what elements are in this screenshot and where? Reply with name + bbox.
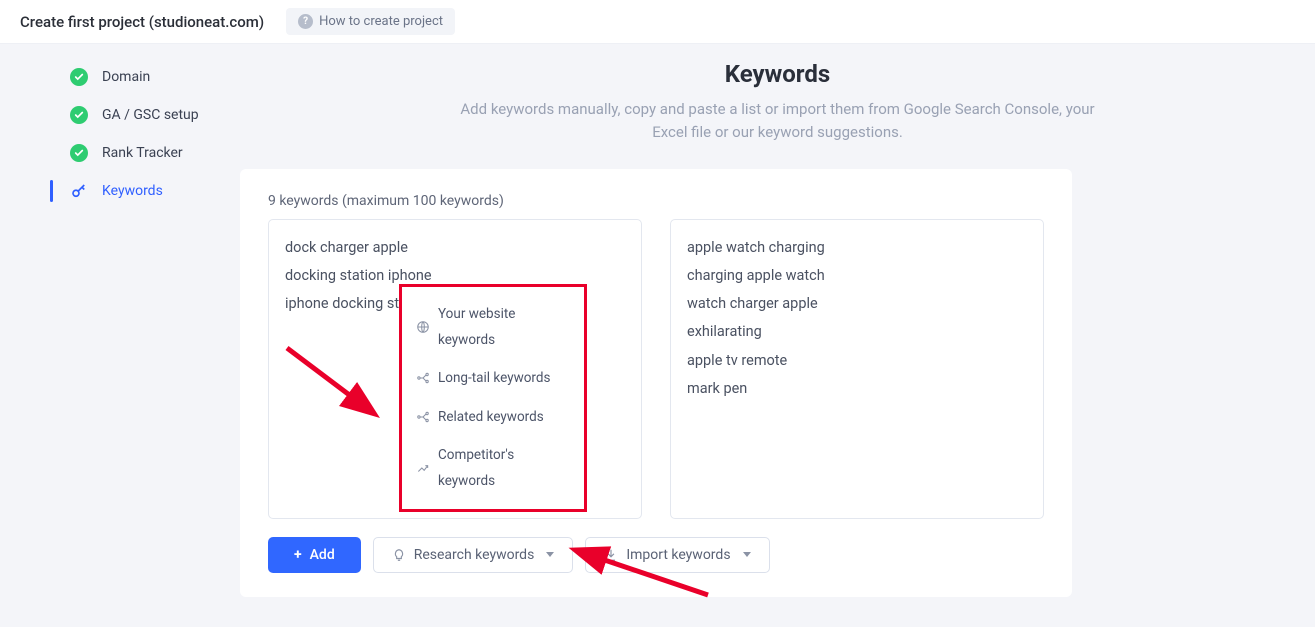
keyword-item: charging apple watch bbox=[687, 262, 1027, 290]
research-label: Research keywords bbox=[414, 547, 535, 563]
howto-label: How to create project bbox=[319, 14, 443, 29]
key-icon bbox=[70, 182, 88, 200]
step-label: Keywords bbox=[102, 183, 163, 199]
research-dropdown: Your website keywords Long-tail keywords… bbox=[399, 284, 587, 512]
annotation-arrow-icon bbox=[277, 340, 397, 430]
keyword-item: apple tv remote bbox=[687, 347, 1027, 375]
competitor-icon bbox=[416, 461, 430, 475]
step-domain[interactable]: Domain bbox=[0, 58, 240, 96]
add-button[interactable]: + Add bbox=[268, 537, 361, 573]
dd-label: Competitor's keywords bbox=[438, 442, 570, 495]
import-label: Import keywords bbox=[626, 547, 730, 563]
keyword-counter: 9 keywords (maximum 100 keywords) bbox=[268, 193, 1044, 209]
step-keywords[interactable]: Keywords bbox=[0, 172, 240, 210]
section-heading: Keywords bbox=[240, 60, 1315, 88]
step-rank-tracker[interactable]: Rank Tracker bbox=[0, 134, 240, 172]
step-label: GA / GSC setup bbox=[102, 107, 199, 123]
keyword-item: exhilarating bbox=[687, 318, 1027, 346]
dd-label: Long-tail keywords bbox=[438, 365, 550, 391]
keywords-card: 9 keywords (maximum 100 keywords) dock c… bbox=[240, 169, 1072, 597]
chevron-down-icon bbox=[743, 552, 751, 557]
help-icon: ? bbox=[298, 14, 313, 29]
keyword-item: apple watch charging bbox=[687, 234, 1027, 262]
keyword-item: mark pen bbox=[687, 375, 1027, 403]
branch-icon bbox=[416, 371, 430, 385]
keywords-box-right[interactable]: apple watch charging charging apple watc… bbox=[670, 219, 1044, 519]
wizard-sidebar: Domain GA / GSC setup Rank Tracker Keywo… bbox=[0, 44, 240, 627]
dd-label: Your website keywords bbox=[438, 301, 570, 354]
step-ga-gsc[interactable]: GA / GSC setup bbox=[0, 96, 240, 134]
check-icon bbox=[70, 68, 88, 86]
page-title: Create first project (studioneat.com) bbox=[20, 13, 264, 31]
dd-related-keywords[interactable]: Related keywords bbox=[408, 398, 578, 436]
add-label: Add bbox=[310, 547, 335, 563]
chevron-down-icon bbox=[546, 552, 554, 557]
section-subtitle: Add keywords manually, copy and paste a … bbox=[458, 98, 1098, 145]
keyword-item: watch charger apple bbox=[687, 290, 1027, 318]
step-label: Rank Tracker bbox=[102, 145, 183, 161]
step-label: Domain bbox=[102, 69, 150, 85]
howto-button[interactable]: ? How to create project bbox=[286, 8, 455, 35]
import-keywords-button[interactable]: Import keywords bbox=[585, 537, 769, 573]
dd-label: Related keywords bbox=[438, 404, 544, 430]
dd-competitors-keywords[interactable]: Competitor's keywords bbox=[408, 436, 578, 501]
dd-long-tail-keywords[interactable]: Long-tail keywords bbox=[408, 359, 578, 397]
download-icon bbox=[604, 548, 618, 562]
research-keywords-button[interactable]: Research keywords bbox=[373, 537, 574, 573]
globe-icon bbox=[416, 320, 430, 334]
keyword-item: dock charger apple bbox=[285, 234, 625, 262]
dd-your-website-keywords[interactable]: Your website keywords bbox=[408, 295, 578, 360]
branch-icon bbox=[416, 410, 430, 424]
keywords-box-left[interactable]: dock charger apple docking station iphon… bbox=[268, 219, 642, 519]
check-icon bbox=[70, 144, 88, 162]
plus-icon: + bbox=[294, 547, 302, 563]
topbar: Create first project (studioneat.com) ? … bbox=[0, 0, 1315, 44]
check-icon bbox=[70, 106, 88, 124]
bulb-icon bbox=[392, 548, 406, 562]
